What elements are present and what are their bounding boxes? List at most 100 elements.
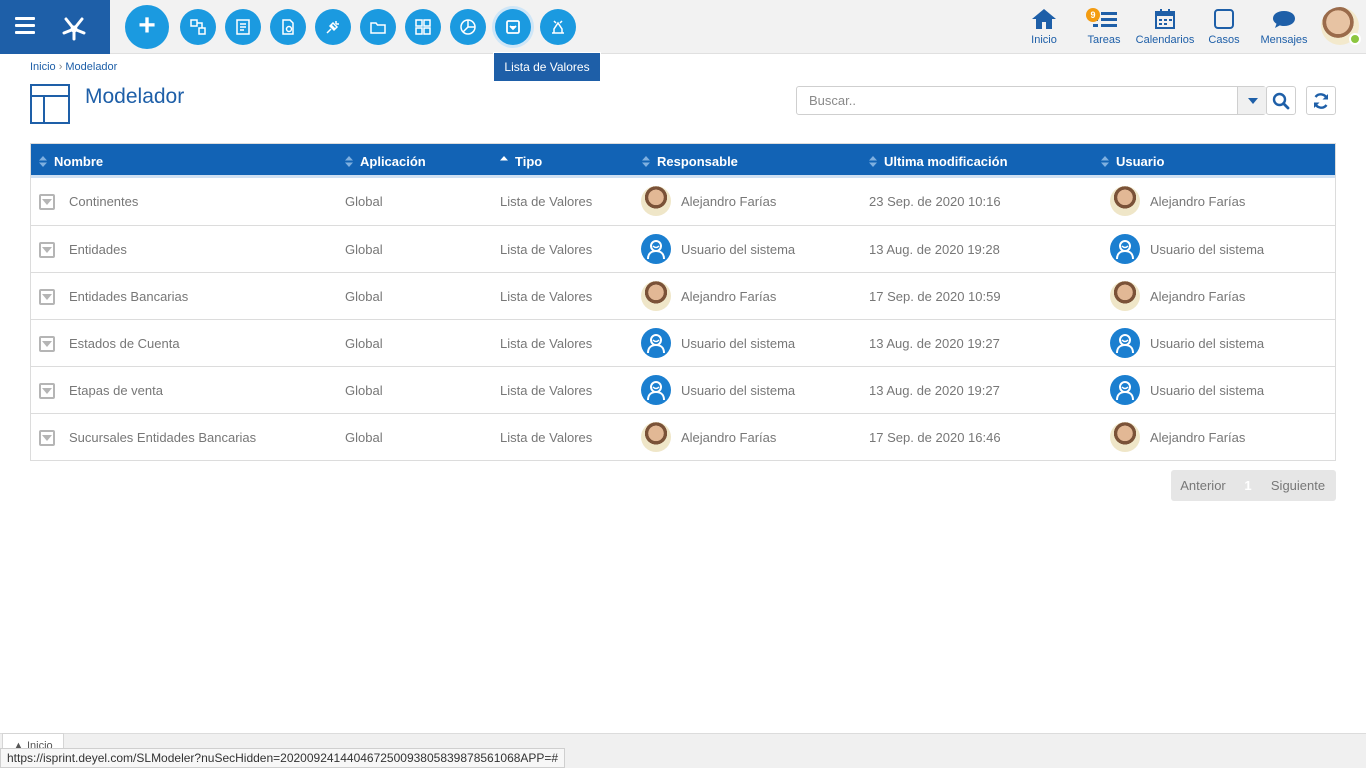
cell-tipo: Lista de Valores — [500, 273, 592, 319]
responsable-avatar — [641, 186, 671, 216]
cell-nombre[interactable]: Continentes — [69, 178, 138, 224]
col-responsable[interactable]: Responsable — [642, 144, 738, 178]
table-row[interactable]: Etapas de venta Global Lista de Valores Usu… — [31, 366, 1335, 413]
cell-ultima-modificacion: 17 Sep. de 2020 10:59 — [869, 273, 1001, 319]
cell-tipo: Lista de Valores — [500, 320, 592, 366]
cell-tipo: Lista de Valores — [500, 367, 592, 413]
tool-model-button[interactable] — [540, 9, 576, 45]
cell-responsable: Usuario del sistema — [641, 367, 795, 413]
cell-usuario: Alejandro Farías — [1110, 273, 1245, 319]
col-tipo-label: Tipo — [515, 153, 543, 169]
cases-icon — [1214, 9, 1234, 29]
menu-icon[interactable] — [15, 17, 35, 35]
tool-value-list-button[interactable] — [495, 9, 531, 45]
nav-casos[interactable]: Casos — [1207, 6, 1241, 50]
value-list-type-icon — [39, 430, 55, 446]
model-icon — [552, 20, 564, 34]
tool-report-button[interactable] — [450, 9, 486, 45]
cell-text: Global — [345, 382, 383, 398]
cell-text: Alejandro Farías — [1150, 429, 1246, 445]
cell-text: Usuario del sistema — [1150, 382, 1265, 398]
responsable-avatar — [641, 328, 671, 358]
cell-text: Usuario del sistema — [1150, 335, 1265, 351]
nav-casos-label: Casos — [1208, 34, 1240, 46]
cell-ultima-modificacion: 17 Sep. de 2020 16:46 — [869, 414, 1001, 460]
tool-dashboard-button[interactable] — [405, 9, 441, 45]
nav-calendarios[interactable]: Calendarios — [1136, 6, 1194, 50]
col-nombre[interactable]: Nombre — [39, 144, 103, 178]
online-status-icon — [1349, 33, 1361, 45]
value-list-type-icon — [39, 242, 55, 258]
nav-mensajes[interactable]: Mensajes — [1259, 6, 1309, 50]
search-input[interactable] — [797, 87, 1237, 114]
refresh-button[interactable] — [1306, 86, 1336, 115]
cell-text: Continentes — [69, 193, 139, 209]
col-tipo[interactable]: Tipo — [500, 144, 542, 178]
breadcrumb-home[interactable]: Inicio — [30, 61, 56, 73]
cell-responsable: Usuario del sistema — [641, 320, 795, 366]
tool-folder-button[interactable] — [360, 9, 396, 45]
search-button[interactable] — [1266, 86, 1296, 115]
tool-form-button[interactable] — [225, 9, 261, 45]
cell-text: Usuario del sistema — [681, 335, 796, 351]
cell-ultima-modificacion: 23 Sep. de 2020 10:16 — [869, 178, 1001, 224]
add-button[interactable]: + — [125, 5, 169, 49]
cell-nombre[interactable]: Etapas de venta — [69, 367, 163, 413]
cell-text: Alejandro Farías — [681, 193, 777, 209]
sort-icon — [869, 155, 877, 167]
table-header: Nombre Aplicación Tipo Responsable Ultim… — [31, 144, 1335, 178]
nav-mensajes-label: Mensajes — [1260, 34, 1308, 46]
nav-calendarios-label: Calendarios — [1135, 34, 1195, 46]
refresh-icon — [1313, 92, 1329, 109]
prev-page-button[interactable]: Anterior — [1171, 478, 1235, 493]
cell-nombre[interactable]: Entidades Bancarias — [69, 273, 188, 319]
cell-text: Alejandro Farías — [681, 429, 777, 445]
table-row[interactable]: Continentes Global Lista de Valores Alejand… — [31, 178, 1335, 225]
logo-icon[interactable] — [56, 9, 92, 45]
cell-text: Lista de Valores — [500, 429, 593, 445]
cell-responsable: Usuario del sistema — [641, 226, 795, 272]
search-filter-dropdown[interactable] — [1237, 87, 1267, 114]
nav-inicio[interactable]: Inicio — [1028, 6, 1060, 50]
next-page-button[interactable]: Siguiente — [1261, 478, 1335, 493]
form-icon — [236, 19, 250, 35]
table-row[interactable]: Entidades Bancarias Global Lista de Valore… — [31, 272, 1335, 319]
cell-text: 17 Sep. de 2020 16:46 — [869, 429, 1001, 445]
tool-connector-button[interactable] — [315, 9, 351, 45]
cell-text: Global — [345, 288, 383, 304]
cell-nombre[interactable]: Sucursales Entidades Bancarias — [69, 414, 256, 460]
value-list-type-icon — [39, 289, 55, 305]
col-usuario[interactable]: Usuario — [1101, 144, 1164, 178]
caret-down-icon — [1247, 97, 1258, 104]
col-responsable-label: Responsable — [657, 153, 738, 169]
col-ultima-label: Ultima modificación — [884, 153, 1008, 169]
cell-nombre[interactable]: Entidades — [69, 226, 127, 272]
col-aplicacion[interactable]: Aplicación — [345, 144, 426, 178]
cell-usuario: Usuario del sistema — [1110, 320, 1264, 366]
cell-text: Alejandro Farías — [1150, 288, 1246, 304]
nav-tareas[interactable]: 9 Tareas — [1084, 6, 1124, 50]
col-ultima-modificacion[interactable]: Ultima modificación — [869, 144, 1008, 178]
usuario-avatar — [1110, 281, 1140, 311]
value-list-type-icon — [39, 194, 55, 210]
tool-rule-button[interactable] — [270, 9, 306, 45]
usuario-avatar — [1110, 234, 1140, 264]
cell-text: 13 Aug. de 2020 19:27 — [869, 335, 1000, 351]
current-page[interactable]: 1 — [1235, 478, 1261, 493]
home-icon — [1032, 9, 1056, 29]
sort-icon — [642, 155, 650, 167]
cell-tipo: Lista de Valores — [500, 414, 592, 460]
cell-text: 13 Aug. de 2020 19:28 — [869, 241, 1000, 257]
tool-process-button[interactable] — [180, 9, 216, 45]
breadcrumb-current[interactable]: Modelador — [65, 61, 117, 73]
table-row[interactable]: Estados de Cuenta Global Lista de Valores U… — [31, 319, 1335, 366]
cell-nombre[interactable]: Estados de Cuenta — [69, 320, 180, 366]
cell-text: 23 Sep. de 2020 10:16 — [869, 193, 1001, 209]
table-row[interactable]: Sucursales Entidades Bancarias Global List… — [31, 413, 1335, 460]
responsable-avatar — [641, 422, 671, 452]
table-row[interactable]: Entidades Global Lista de Valores Usuario d… — [31, 225, 1335, 272]
plug-icon — [326, 21, 339, 34]
value-list-icon — [506, 20, 520, 34]
cell-ultima-modificacion: 13 Aug. de 2020 19:28 — [869, 226, 1000, 272]
cell-aplicacion: Global — [345, 273, 383, 319]
